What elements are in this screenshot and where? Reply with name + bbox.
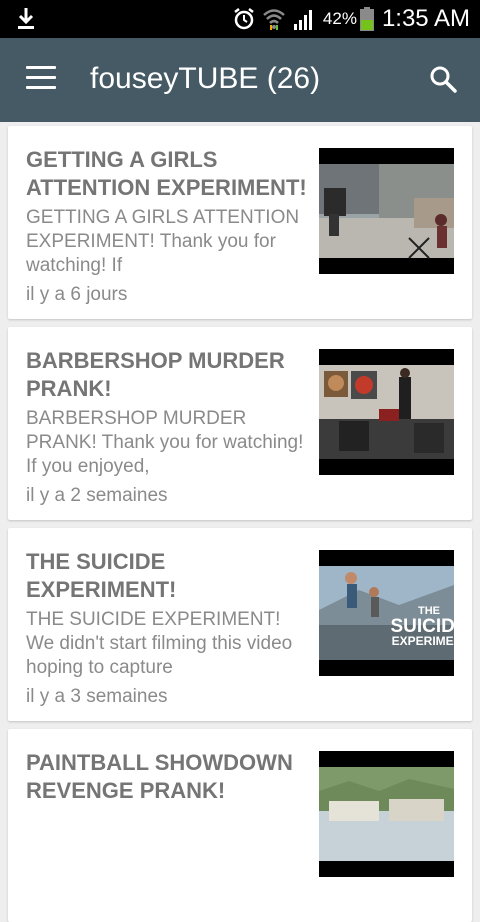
video-title: THE SUICIDE EXPERIMENT! [26, 549, 177, 602]
hamburger-menu-icon[interactable] [26, 66, 56, 90]
download-icon [18, 8, 34, 29]
video-item[interactable]: PAINTBALL SHOWDOWN REVENGE PRANK! [8, 729, 472, 922]
thumbnail-text-line: EXPERIMEN [392, 634, 454, 648]
video-title: BARBERSHOP MURDER PRANK! [26, 348, 285, 401]
video-age: il y a 6 jours [26, 284, 128, 305]
video-thumbnail[interactable] [319, 349, 454, 475]
video-description: GETTING A GIRLS ATTENTION EXPERIMENT! Th… [26, 207, 300, 276]
app-bar: fouseyTUBE (26) [0, 38, 480, 122]
video-item[interactable]: THE SUICIDE EXPERIMENT! THE SUICIDE EXPE… [8, 528, 472, 721]
video-description [26, 809, 306, 881]
video-thumbnail[interactable] [319, 148, 454, 274]
video-item[interactable]: BARBERSHOP MURDER PRANK! BARBERSHOP MURD… [8, 327, 472, 520]
alarm-icon [234, 8, 254, 30]
video-age: il y a 3 semaines [26, 686, 168, 707]
status-bar: 42% 1:35 AM [0, 0, 480, 38]
video-title: PAINTBALL SHOWDOWN REVENGE PRANK! [26, 750, 293, 803]
battery-icon [359, 7, 374, 31]
video-item[interactable]: GETTING A GIRLS ATTENTION EXPERIMENT! GE… [8, 126, 472, 319]
wifi-icon [263, 9, 285, 30]
battery-percentage: 42% [322, 9, 357, 28]
search-icon[interactable] [428, 64, 458, 94]
signal-icon [293, 10, 312, 30]
video-title: GETTING A GIRLS ATTENTION EXPERIMENT! [26, 147, 307, 200]
video-description: THE SUICIDE EXPERIMENT! We didn't start … [26, 609, 293, 678]
video-description: BARBERSHOP MURDER PRANK! Thank you for w… [26, 408, 304, 477]
video-thumbnail[interactable] [319, 751, 454, 877]
page-title: fouseyTUBE (26) [90, 62, 321, 95]
video-age: il y a 2 semaines [26, 485, 168, 506]
video-thumbnail[interactable]: THE SUICIDE EXPERIMEN [319, 550, 454, 676]
clock: 1:35 AM [381, 5, 470, 32]
